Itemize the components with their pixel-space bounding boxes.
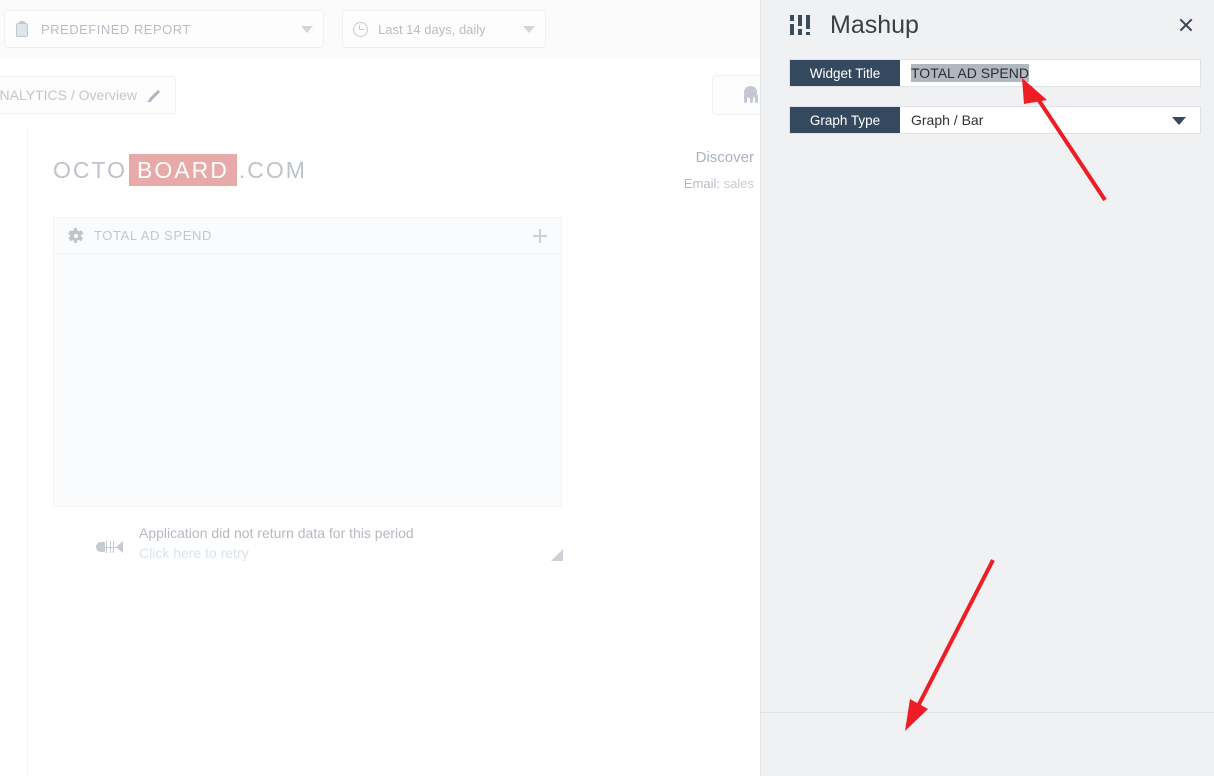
- chevron-down-icon: [523, 25, 535, 33]
- breadcrumb[interactable]: ANALYTICS / Overview: [0, 76, 176, 114]
- date-range-dropdown[interactable]: Last 14 days, daily: [342, 10, 546, 48]
- page-title: Mashup: [830, 10, 919, 39]
- graph-type-select[interactable]: Graph / Bar: [900, 107, 1200, 133]
- fishbone-icon: [96, 539, 124, 555]
- background-application: PREDEFINED REPORT Last 14 days, daily AN…: [0, 0, 762, 776]
- chevron-down-icon: [301, 25, 313, 33]
- clipboard-icon: [15, 21, 29, 37]
- pencil-icon[interactable]: [147, 88, 161, 102]
- panel-footer-divider: [761, 712, 1214, 713]
- contact-block: Discover Email: sales: [684, 149, 754, 191]
- discover-text: Discover: [695, 149, 754, 166]
- logo-part-board: BOARD: [129, 154, 237, 186]
- close-icon[interactable]: [1174, 13, 1198, 37]
- chevron-down-icon: [1172, 117, 1186, 125]
- widget-title-label: TOTAL AD SPEND: [94, 228, 212, 243]
- predefined-report-label: PREDEFINED REPORT: [41, 21, 191, 37]
- graph-type-field-label: Graph Type: [790, 107, 900, 133]
- top-toolbar: PREDEFINED REPORT Last 14 days, daily AN…: [0, 0, 762, 115]
- widget-title-input-value: TOTAL AD SPEND: [911, 64, 1029, 82]
- move-icon[interactable]: [533, 228, 547, 243]
- octopus-icon: [740, 85, 762, 105]
- clock-icon: [353, 21, 368, 37]
- graph-type-field-row: Graph Type Graph / Bar: [789, 106, 1201, 134]
- screen-root: PREDEFINED REPORT Last 14 days, daily AN…: [0, 0, 1214, 776]
- retry-link[interactable]: Click here to retry: [139, 545, 414, 561]
- logo-part-com: .COM: [238, 157, 307, 183]
- email-text: Email: sales: [684, 176, 754, 191]
- logo-part-octo: OCTO: [53, 157, 128, 183]
- widget-error-block: Application did not return data for this…: [53, 525, 588, 561]
- mashup-panel-header: Mashup: [761, 0, 1214, 50]
- mashup-panel: Mashup Widget Title TOTAL AD SPEND Graph…: [760, 0, 1214, 776]
- email-value: sales: [723, 176, 754, 191]
- widget-body: [54, 254, 561, 506]
- octoboard-logo: OCTO BOARD .COM: [53, 154, 307, 186]
- mashup-bars-icon: [790, 15, 810, 35]
- widget-title-input[interactable]: TOTAL AD SPEND: [900, 60, 1200, 86]
- breadcrumb-label: ANALYTICS / Overview: [0, 87, 137, 103]
- widget-header: TOTAL AD SPEND: [54, 218, 561, 254]
- date-range-label: Last 14 days, daily: [378, 21, 486, 37]
- dashboard-widget[interactable]: TOTAL AD SPEND: [53, 217, 562, 507]
- widget-title-field-row: Widget Title TOTAL AD SPEND: [789, 59, 1201, 87]
- widget-title-field-label: Widget Title: [790, 60, 900, 86]
- email-label: Email:: [683, 176, 721, 191]
- predefined-report-dropdown[interactable]: PREDEFINED REPORT: [4, 10, 324, 48]
- gear-icon[interactable]: [68, 228, 83, 243]
- error-message: Application did not return data for this…: [139, 525, 414, 541]
- graph-type-select-value: Graph / Bar: [911, 112, 984, 128]
- dashboard-canvas: OCTO BOARD .COM Discover Email: sales TOTA…: [27, 129, 762, 776]
- octopus-button[interactable]: [712, 75, 762, 115]
